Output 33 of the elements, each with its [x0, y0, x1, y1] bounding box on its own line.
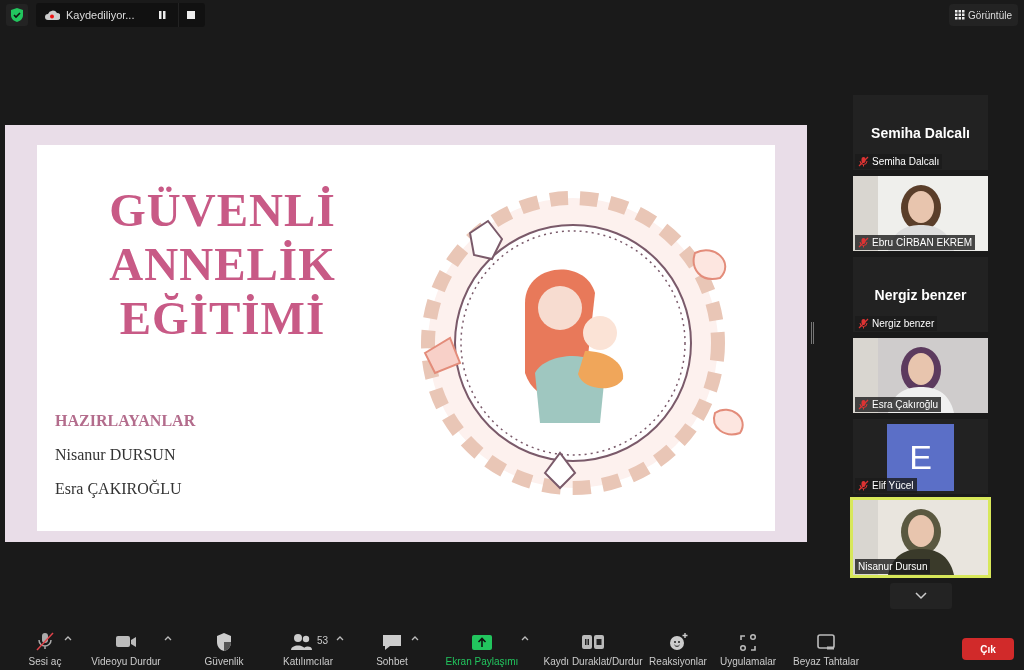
participant-name: Nisanur Dursun — [858, 560, 928, 574]
slide-title-line: ANNELİK — [109, 237, 336, 291]
grid-icon — [955, 10, 966, 20]
resize-handle[interactable] — [811, 322, 814, 344]
toolbar-button[interactable]: Reaksiyonlar — [649, 629, 707, 669]
toolbar-button[interactable]: Kaydı Duraklat/Durdur — [543, 629, 643, 669]
participant-name: Elif Yücel — [872, 479, 914, 493]
credits-heading: HAZIRLAYANLAR — [55, 411, 197, 431]
toolbar-button[interactable]: Beyaz Tahtalar — [793, 629, 859, 669]
toolbar-button[interactable]: Güvenlik — [204, 629, 244, 669]
chevron-down-icon — [915, 592, 927, 600]
leave-button[interactable]: Çık — [962, 638, 1014, 660]
credit-name: Esra ÇAKIROĞLU — [55, 478, 183, 500]
participant-name: Ebru CİRBAN EKREM — [872, 235, 973, 250]
participant-name: Nergiz benzer — [872, 317, 935, 331]
participant-display-name: Semiha Dalcalı — [870, 124, 971, 143]
toolbar-button[interactable]: Videoyu Durdur — [91, 629, 161, 669]
recording-label: Kaydediliyor... — [66, 7, 136, 23]
participant-name: Semiha Dalcalı — [872, 155, 940, 169]
toolbar-button[interactable]: Uygulamalar — [719, 629, 777, 669]
slide-title-line: GÜVENLİ — [109, 183, 336, 237]
toolbar-button[interactable]: 53 Katılımcılar — [283, 629, 333, 669]
participant-name: Esra Çakıroğlu — [872, 398, 939, 412]
participant-display-name: Nergiz benzer — [873, 286, 968, 305]
credit-name: Nisanur DURSUN — [55, 445, 177, 465]
shield-icon — [6, 4, 28, 26]
toolbar-button[interactable]: Sesi aç — [28, 629, 62, 669]
toolbar-button[interactable]: Sohbet — [376, 629, 408, 669]
cloud-icon — [44, 9, 60, 21]
participant-count: 53 — [316, 634, 329, 648]
view-button[interactable]: Görüntüle — [949, 4, 1018, 26]
slide-title-line: EĞİTİMİ — [119, 291, 326, 345]
toolbar-button[interactable]: Ekran Paylaşımı — [445, 629, 519, 669]
